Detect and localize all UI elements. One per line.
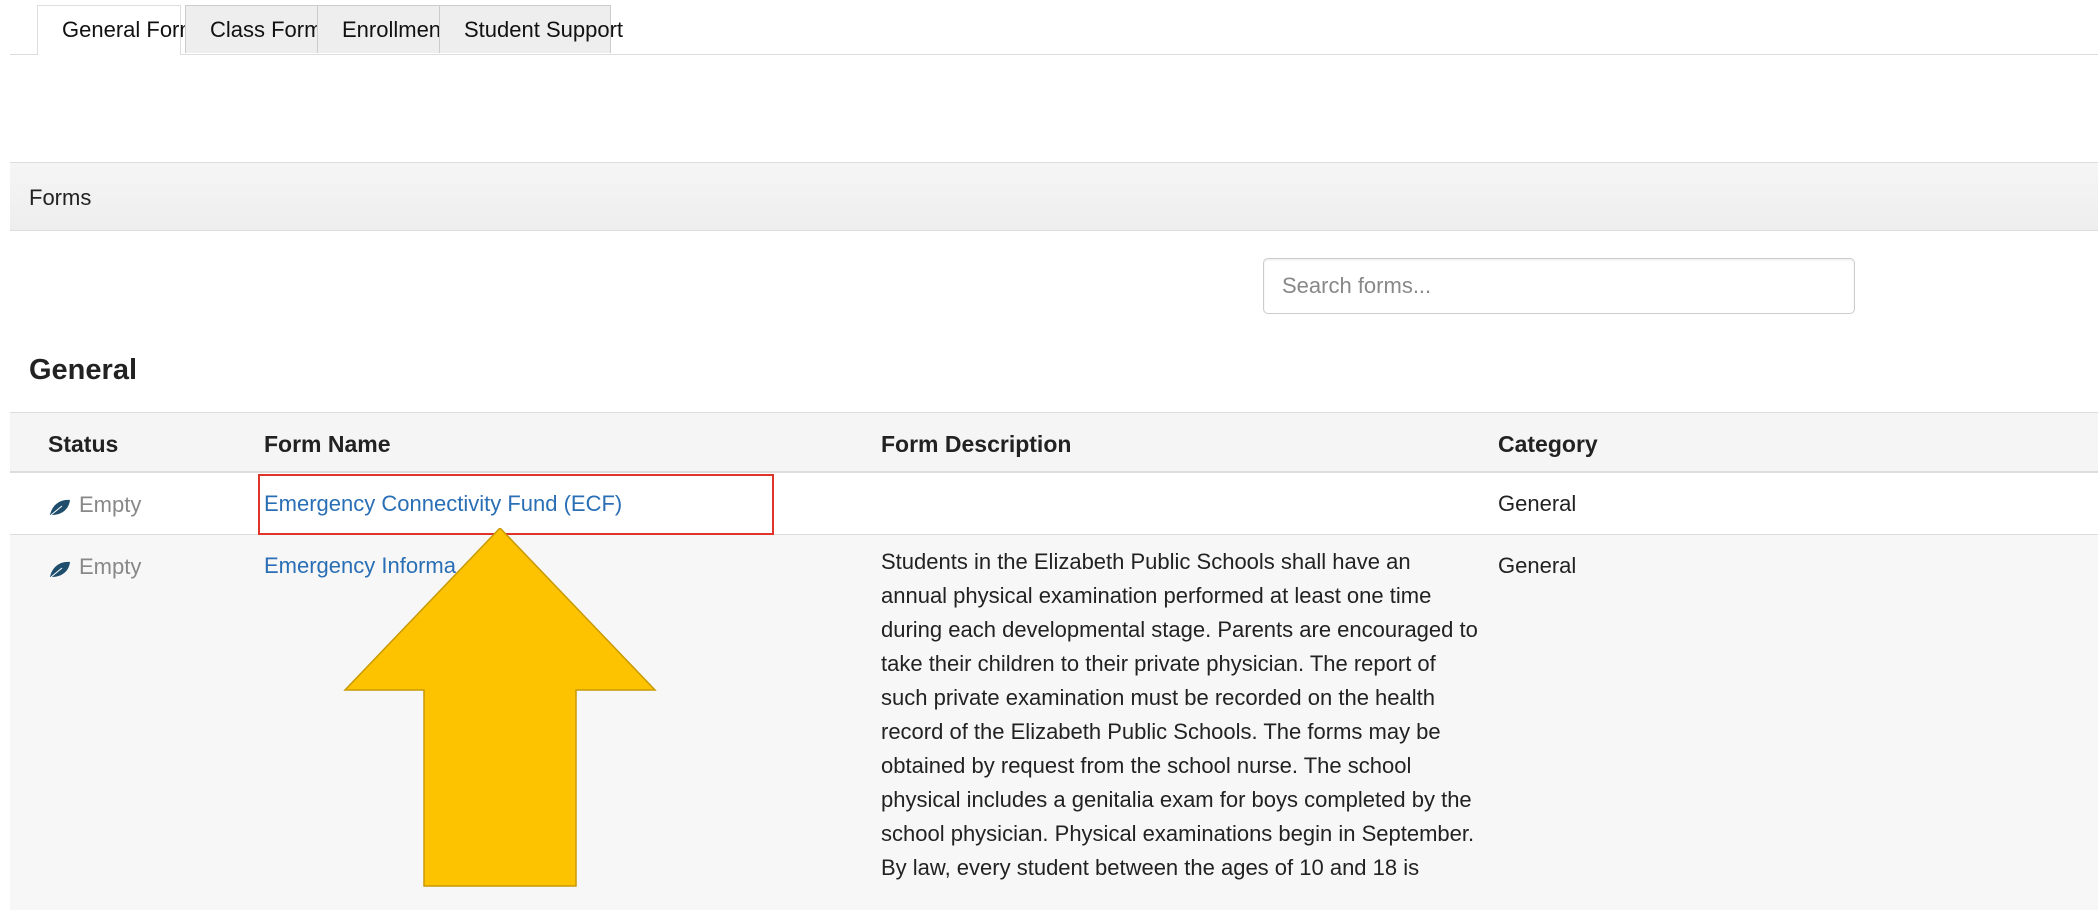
table-header: Status Form Name Form Description Catego… — [10, 412, 2098, 473]
header-form-description: Form Description — [881, 431, 1072, 457]
form-description: Students in the Elizabeth Public Schools… — [881, 549, 1478, 880]
forms-panel-header: Forms — [10, 162, 2098, 231]
highlight-box — [258, 474, 774, 535]
table-row: Empty Emergency Informa Students in the … — [10, 535, 2098, 910]
header-form-name: Form Name — [264, 431, 391, 457]
status-label: Empty — [79, 492, 142, 517]
status-cell: Empty — [48, 553, 141, 581]
tab-student-support[interactable]: Student Support — [439, 5, 623, 53]
leaf-icon — [50, 499, 70, 516]
tab-general-forms[interactable]: General Forms — [37, 5, 209, 55]
status-label: Empty — [79, 554, 142, 579]
category-cell: General — [1498, 491, 1577, 516]
tab-class-forms[interactable]: Class Forms — [185, 5, 333, 53]
status-cell: Empty — [48, 491, 141, 519]
tab-bar: General Forms Class Forms Enrollment Stu… — [10, 5, 2098, 55]
up-arrow-icon — [343, 528, 657, 887]
panel-title: Forms — [29, 185, 92, 210]
header-category: Category — [1498, 431, 1598, 457]
search-input[interactable] — [1263, 258, 1855, 314]
tab-enrollment[interactable]: Enrollment — [317, 5, 447, 53]
page: General Forms Class Forms Enrollment Stu… — [0, 0, 2098, 910]
leaf-icon — [50, 561, 70, 578]
section-title: General — [29, 354, 137, 386]
category-cell: General — [1498, 553, 1577, 578]
header-status: Status — [48, 431, 119, 457]
